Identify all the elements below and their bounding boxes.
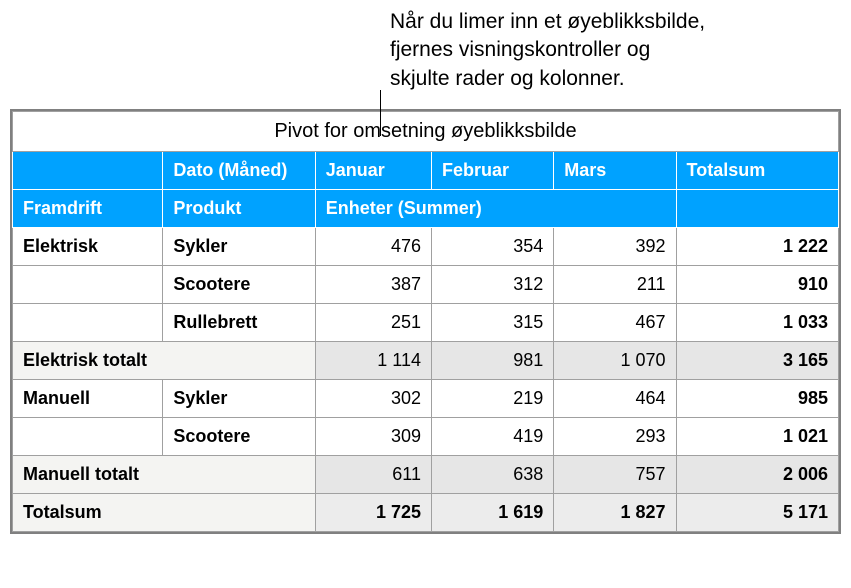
table-row: Scootere 387 312 211 910 bbox=[13, 266, 839, 304]
caption-line-1: Når du limer inn et øyeblikksbilde, bbox=[390, 8, 851, 36]
cell-feb: 219 bbox=[431, 380, 553, 418]
cell-tot: 1 021 bbox=[676, 418, 838, 456]
cell-mar: 392 bbox=[554, 228, 676, 266]
caption: Når du limer inn et øyeblikksbilde, fjer… bbox=[0, 0, 851, 103]
product-label: Scootere bbox=[163, 266, 315, 304]
cell-jan: 387 bbox=[315, 266, 431, 304]
grandtotal-feb: 1 619 bbox=[431, 494, 553, 532]
header-totalsum: Totalsum bbox=[676, 152, 838, 190]
cell-feb: 312 bbox=[431, 266, 553, 304]
product-label: Scootere bbox=[163, 418, 315, 456]
pivot-table: Pivot for omsetning øyeblikksbilde Dato … bbox=[12, 111, 839, 532]
group-label bbox=[13, 304, 163, 342]
table-row: Rullebrett 251 315 467 1 033 bbox=[13, 304, 839, 342]
product-label: Sykler bbox=[163, 228, 315, 266]
callout-pointer bbox=[380, 90, 381, 136]
grandtotal-mar: 1 827 bbox=[554, 494, 676, 532]
cell-mar: 293 bbox=[554, 418, 676, 456]
group-label: Elektrisk bbox=[13, 228, 163, 266]
table-title-row: Pivot for omsetning øyeblikksbilde bbox=[13, 112, 839, 152]
subtotal-label: Elektrisk totalt bbox=[13, 342, 316, 380]
header-januar: Januar bbox=[315, 152, 431, 190]
subtotal-row-manuell: Manuell totalt 611 638 757 2 006 bbox=[13, 456, 839, 494]
table-row: Scootere 309 419 293 1 021 bbox=[13, 418, 839, 456]
subtotal-feb: 981 bbox=[431, 342, 553, 380]
cell-mar: 464 bbox=[554, 380, 676, 418]
subtotal-jan: 611 bbox=[315, 456, 431, 494]
grandtotal-row: Totalsum 1 725 1 619 1 827 5 171 bbox=[13, 494, 839, 532]
subtotal-mar: 757 bbox=[554, 456, 676, 494]
cell-mar: 211 bbox=[554, 266, 676, 304]
group-label bbox=[13, 266, 163, 304]
header-row-1: Dato (Måned) Januar Februar Mars Totalsu… bbox=[13, 152, 839, 190]
table-row: Manuell Sykler 302 219 464 985 bbox=[13, 380, 839, 418]
group-label: Manuell bbox=[13, 380, 163, 418]
table-title: Pivot for omsetning øyeblikksbilde bbox=[13, 112, 839, 152]
header-blank bbox=[13, 152, 163, 190]
cell-feb: 315 bbox=[431, 304, 553, 342]
cell-mar: 467 bbox=[554, 304, 676, 342]
subtotal-feb: 638 bbox=[431, 456, 553, 494]
cell-jan: 476 bbox=[315, 228, 431, 266]
subtotal-label: Manuell totalt bbox=[13, 456, 316, 494]
header-produkt: Produkt bbox=[163, 190, 315, 228]
header-dato: Dato (Måned) bbox=[163, 152, 315, 190]
product-label: Sykler bbox=[163, 380, 315, 418]
cell-feb: 419 bbox=[431, 418, 553, 456]
grandtotal-tot: 5 171 bbox=[676, 494, 838, 532]
subtotal-row-elektrisk: Elektrisk totalt 1 114 981 1 070 3 165 bbox=[13, 342, 839, 380]
cell-tot: 910 bbox=[676, 266, 838, 304]
subtotal-tot: 2 006 bbox=[676, 456, 838, 494]
group-label bbox=[13, 418, 163, 456]
subtotal-jan: 1 114 bbox=[315, 342, 431, 380]
grandtotal-jan: 1 725 bbox=[315, 494, 431, 532]
cell-jan: 309 bbox=[315, 418, 431, 456]
cell-tot: 1 033 bbox=[676, 304, 838, 342]
cell-jan: 302 bbox=[315, 380, 431, 418]
header-enheter: Enheter (Summer) bbox=[315, 190, 676, 228]
cell-tot: 1 222 bbox=[676, 228, 838, 266]
grandtotal-label: Totalsum bbox=[13, 494, 316, 532]
cell-jan: 251 bbox=[315, 304, 431, 342]
caption-line-2: fjernes visningskontroller og bbox=[390, 36, 851, 64]
product-label: Rullebrett bbox=[163, 304, 315, 342]
pivot-table-wrap: Pivot for omsetning øyeblikksbilde Dato … bbox=[10, 109, 841, 534]
header-row-2: Framdrift Produkt Enheter (Summer) bbox=[13, 190, 839, 228]
caption-line-3: skjulte rader og kolonner. bbox=[390, 65, 851, 93]
header-mars: Mars bbox=[554, 152, 676, 190]
header-framdrift: Framdrift bbox=[13, 190, 163, 228]
header-februar: Februar bbox=[431, 152, 553, 190]
subtotal-tot: 3 165 bbox=[676, 342, 838, 380]
header-blank-2 bbox=[676, 190, 838, 228]
cell-tot: 985 bbox=[676, 380, 838, 418]
subtotal-mar: 1 070 bbox=[554, 342, 676, 380]
cell-feb: 354 bbox=[431, 228, 553, 266]
table-row: Elektrisk Sykler 476 354 392 1 222 bbox=[13, 228, 839, 266]
